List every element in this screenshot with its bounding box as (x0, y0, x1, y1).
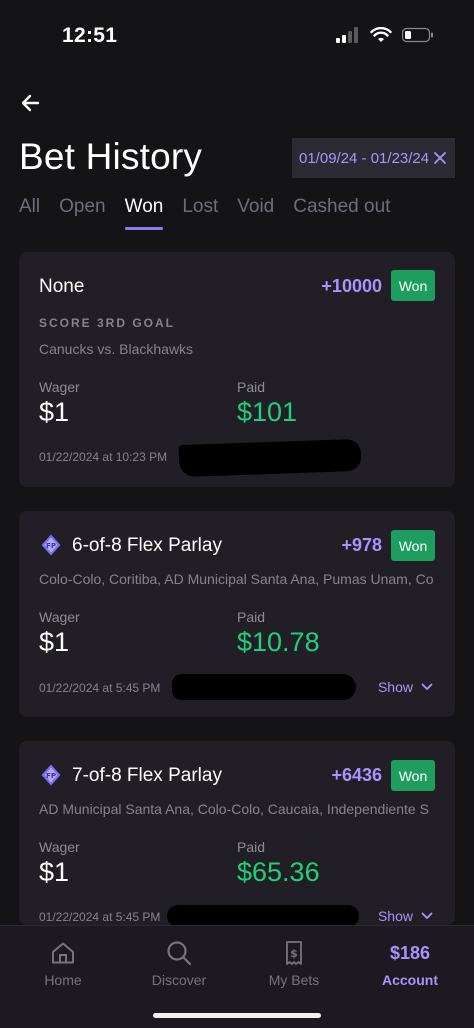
flex-parlay-icon: FP (41, 534, 61, 556)
home-icon (52, 942, 74, 964)
status-icons (336, 27, 434, 43)
paid-label: Paid (237, 609, 266, 625)
tab-void[interactable]: Void (237, 195, 274, 233)
redaction-mark (178, 438, 362, 478)
wager-amount: $1 (39, 397, 70, 427)
bet-timestamp: 01/22/2024 at 10:23 PM (39, 450, 168, 464)
show-label: Show (377, 679, 413, 695)
back-button[interactable] (18, 90, 44, 116)
wager-label: Wager (39, 379, 80, 395)
bet-card[interactable]: None +10000 Won SCORE 3RD GOAL Canucks v… (19, 252, 455, 487)
show-label: Show (377, 908, 413, 924)
bet-odds: +978 (341, 535, 382, 555)
bet-odds: +10000 (321, 276, 382, 296)
bet-timestamp: 01/22/2024 at 5:45 PM (39, 681, 161, 695)
page-title: Bet History (19, 136, 203, 177)
status-badge: Won (391, 530, 435, 561)
bet-title: 7-of-8 Flex Parlay (72, 765, 222, 786)
bet-matchup: AD Municipal Santa Ana, Colo-Colo, Cauca… (39, 801, 429, 817)
home-indicator (153, 1013, 321, 1018)
status-badge: Won (391, 270, 435, 301)
tab-lost[interactable]: Lost (182, 195, 218, 233)
redaction-mark (167, 905, 359, 925)
bet-matchup: Colo-Colo, Coritiba, AD Municipal Santa … (39, 571, 434, 587)
wager-amount: $1 (39, 857, 70, 887)
paid-amount: $65.36 (237, 857, 320, 887)
chevron-down-icon (421, 912, 433, 919)
close-icon[interactable] (432, 150, 448, 166)
status-bar: 12:51 (0, 0, 474, 70)
bet-slip-icon: $ (286, 941, 302, 965)
nav-discover-label: Discover (151, 972, 207, 988)
tab-won[interactable]: Won (124, 195, 163, 233)
bet-card[interactable]: FP 7-of-8 Flex Parlay +6436 Won AD Munic… (19, 741, 455, 925)
bet-matchup: Canucks vs. Blackhawks (39, 341, 194, 357)
wager-label: Wager (39, 839, 80, 855)
svg-text:FP: FP (46, 772, 56, 780)
nav-home[interactable]: Home (13, 940, 113, 988)
status-badge: Won (391, 760, 435, 791)
flex-parlay-icon: FP (41, 764, 61, 786)
tab-all[interactable]: All (19, 195, 40, 233)
nav-my-bets[interactable]: $ My Bets (244, 940, 344, 988)
wager-label: Wager (39, 609, 80, 625)
paid-amount: $101 (237, 397, 298, 427)
show-details-toggle[interactable]: Show (378, 908, 433, 924)
battery-icon (402, 27, 433, 43)
redaction-mark (172, 674, 356, 700)
bet-title: None (39, 276, 85, 297)
account-balance: $186 (389, 943, 431, 963)
wager-amount: $1 (39, 627, 70, 657)
nav-home-label: Home (44, 972, 82, 988)
date-range-text: 01/09/24 - 01/23/24 (299, 149, 430, 167)
svg-text:$: $ (290, 947, 298, 960)
bet-odds: +6436 (331, 765, 382, 785)
show-details-toggle[interactable]: Show (378, 679, 433, 695)
nav-discover[interactable]: Discover (129, 940, 229, 988)
cellular-signal-icon (336, 27, 358, 43)
date-range-filter[interactable]: 01/09/24 - 01/23/24 (292, 138, 455, 178)
paid-amount: $10.78 (237, 627, 320, 657)
bet-market: SCORE 3RD GOAL (39, 316, 176, 330)
nav-account[interactable]: $186 Account (360, 940, 460, 988)
filter-tabs: All Open Won Lost Void Cashed out (19, 195, 409, 235)
nav-my-bets-label: My Bets (268, 972, 320, 988)
nav-account-label: Account (382, 972, 438, 988)
chevron-down-icon (421, 683, 433, 690)
status-time: 12:51 (62, 24, 118, 47)
svg-text:FP: FP (46, 542, 56, 550)
tab-cashed-out[interactable]: Cashed out (293, 195, 390, 233)
paid-label: Paid (237, 379, 266, 395)
tab-open[interactable]: Open (59, 195, 105, 233)
arrow-left-icon (21, 94, 40, 112)
bet-title: 6-of-8 Flex Parlay (72, 535, 222, 556)
wifi-icon (370, 27, 392, 42)
paid-label: Paid (237, 839, 266, 855)
bet-timestamp: 01/22/2024 at 5:45 PM (39, 910, 161, 924)
search-icon (167, 941, 192, 966)
bet-card[interactable]: FP 6-of-8 Flex Parlay +978 Won Colo-Colo… (19, 511, 455, 717)
